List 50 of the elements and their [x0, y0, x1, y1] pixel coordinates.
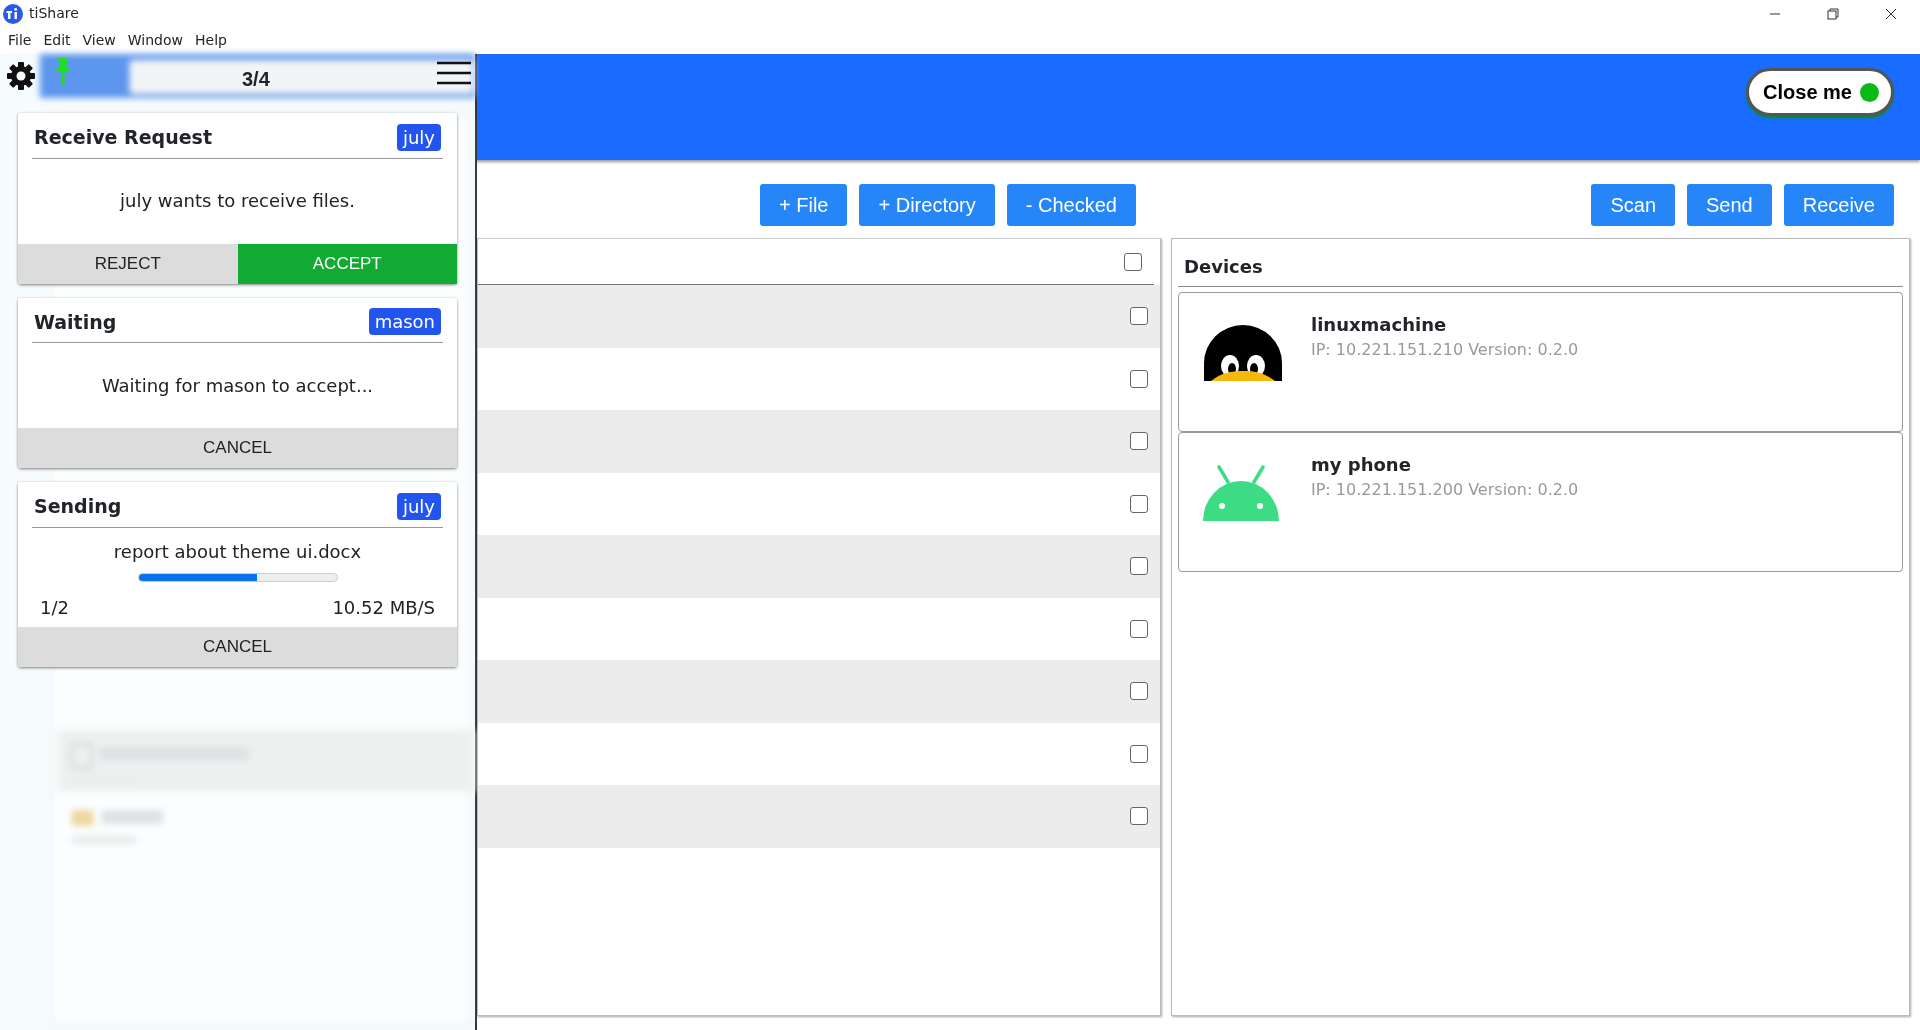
- job-button[interactable]: CANCEL: [18, 626, 457, 667]
- menu-item[interactable]: File: [4, 30, 36, 51]
- peer-tag: july: [396, 123, 441, 151]
- menu-item[interactable]: Window: [123, 30, 187, 51]
- job-button[interactable]: CANCEL: [18, 428, 457, 468]
- file-name: report about theme ui.docx: [112, 539, 363, 564]
- window-title: tiShare: [29, 4, 79, 23]
- device-card[interactable]: my phone IP: 10.221.151.200 Version: 0.2.0: [1178, 432, 1903, 572]
- peer-tag: mason: [368, 308, 441, 336]
- menu-item[interactable]: View: [78, 30, 120, 51]
- devices-title: Devices: [1178, 239, 1903, 287]
- add-remove-button[interactable]: + File: [760, 184, 848, 226]
- file-count: 1/2: [40, 595, 69, 620]
- add-remove-button[interactable]: - Checked: [1006, 184, 1136, 226]
- job-title: Waiting: [34, 309, 117, 335]
- row-checkbox[interactable]: [1130, 619, 1148, 638]
- row-checkbox[interactable]: [1130, 682, 1148, 701]
- row-checkbox[interactable]: [1130, 744, 1148, 763]
- action-button[interactable]: Receive: [1783, 184, 1894, 226]
- device-card[interactable]: linuxmachine IP: 10.221.151.210 Version: 0.2.0: [1178, 292, 1903, 432]
- menu-item[interactable]: Edit: [39, 30, 75, 51]
- row-checkbox[interactable]: [1130, 807, 1148, 826]
- menu-item[interactable]: Help: [191, 30, 231, 51]
- row-checkbox[interactable]: [1130, 307, 1148, 326]
- penguin-icon: [1203, 325, 1283, 381]
- device-info: IP: 10.221.151.210 Version: 0.2.0: [1311, 339, 1579, 361]
- app-logo-icon: [3, 3, 23, 24]
- action-button[interactable]: Send: [1687, 184, 1772, 226]
- job-title: Receive Request: [34, 125, 212, 150]
- job-button[interactable]: REJECT: [18, 243, 238, 284]
- device-name: my phone: [1311, 453, 1412, 477]
- android-icon: [1203, 465, 1279, 521]
- row-checkbox[interactable]: [1130, 557, 1148, 576]
- menu-icon[interactable]: [437, 61, 471, 85]
- select-all-checkbox[interactable]: [1124, 252, 1142, 271]
- row-checkbox[interactable]: [1130, 494, 1148, 513]
- job-message: july wants to receive files.: [120, 189, 355, 213]
- job-title: Sending: [34, 494, 122, 519]
- action-button[interactable]: Scan: [1591, 184, 1675, 226]
- job-counter: 3/4: [242, 67, 270, 92]
- job-message: Waiting for mason to accept...: [101, 373, 374, 398]
- device-name: linuxmachine: [1311, 313, 1448, 337]
- transfer-speed: 10.52 MB/S: [332, 595, 435, 620]
- peer-tag: july: [396, 492, 441, 520]
- settings-icon[interactable]: [6, 61, 36, 91]
- row-checkbox[interactable]: [1130, 369, 1148, 388]
- close-me-button[interactable]: Close me: [1746, 68, 1894, 116]
- device-info: IP: 10.221.151.200 Version: 0.2.0: [1311, 479, 1579, 501]
- row-checkbox[interactable]: [1130, 432, 1148, 451]
- add-remove-button[interactable]: + Directory: [859, 184, 995, 226]
